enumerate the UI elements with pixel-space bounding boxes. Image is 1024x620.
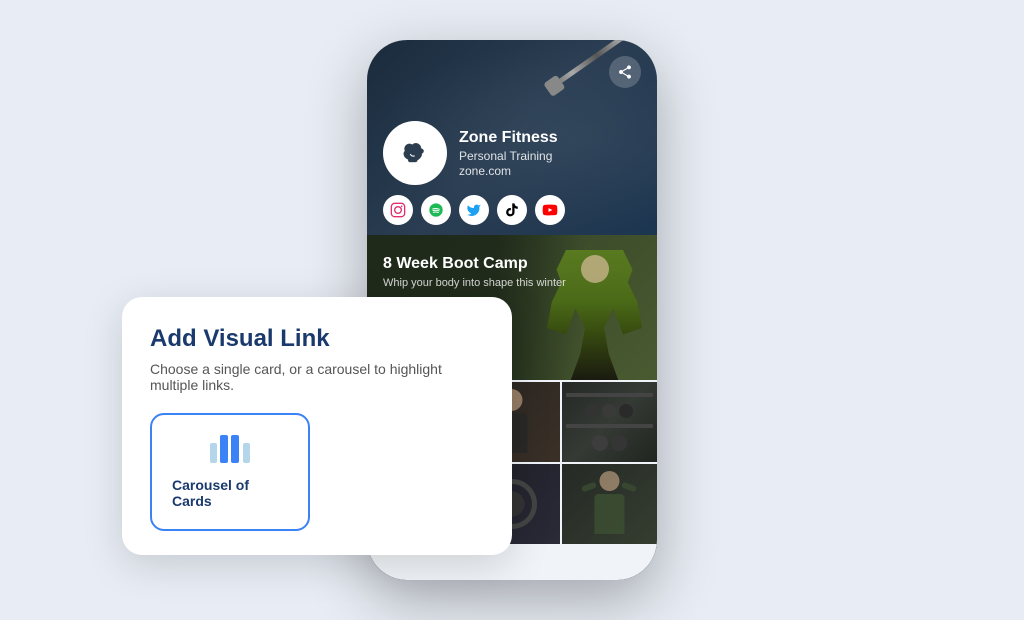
add-visual-panel: Add Visual Link Choose a single card, or… bbox=[122, 297, 512, 555]
profile-info: Zone Fitness Personal Training zone.com bbox=[383, 121, 558, 185]
profile-url: zone.com bbox=[459, 164, 558, 178]
tiktok-icon[interactable] bbox=[497, 195, 527, 225]
profile-subtitle: Personal Training bbox=[459, 149, 558, 163]
bootcamp-subtitle: Whip your body into shape this winter bbox=[383, 277, 566, 289]
main-scene: Zone Fitness Personal Training zone.com bbox=[62, 25, 962, 595]
instagram-icon[interactable] bbox=[383, 195, 413, 225]
carousel-icon bbox=[210, 435, 250, 467]
social-row bbox=[383, 195, 565, 225]
carousel-label: Carousel of Cards bbox=[172, 477, 288, 509]
photo-cell-3 bbox=[562, 382, 657, 462]
twitter-icon[interactable] bbox=[459, 195, 489, 225]
profile-header: Zone Fitness Personal Training zone.com bbox=[367, 40, 657, 235]
carousel-of-cards-option[interactable]: Carousel of Cards bbox=[150, 413, 310, 531]
bootcamp-title: 8 Week Boot Camp bbox=[383, 255, 566, 273]
share-button[interactable] bbox=[609, 56, 641, 88]
panel-subtitle: Choose a single card, or a carousel to h… bbox=[150, 361, 484, 393]
spotify-icon[interactable] bbox=[421, 195, 451, 225]
profile-text: Zone Fitness Personal Training zone.com bbox=[459, 129, 558, 178]
youtube-icon[interactable] bbox=[535, 195, 565, 225]
photo-cell-6 bbox=[562, 464, 657, 544]
panel-title: Add Visual Link bbox=[150, 325, 484, 353]
profile-name: Zone Fitness bbox=[459, 129, 558, 147]
avatar bbox=[383, 121, 447, 185]
